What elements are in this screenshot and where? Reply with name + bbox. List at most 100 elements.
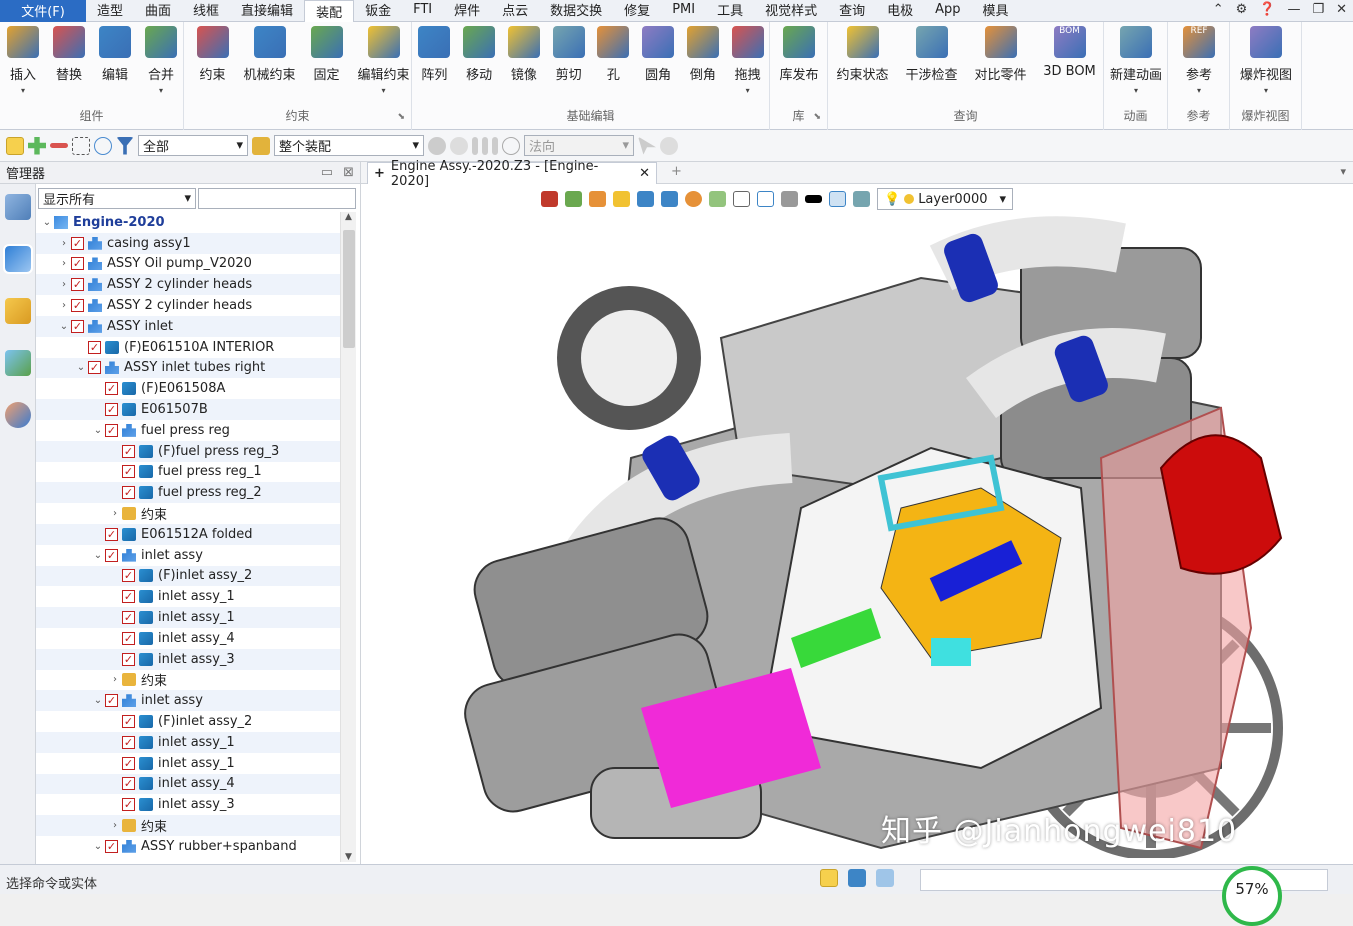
- visibility-checkbox[interactable]: ✓: [71, 319, 84, 333]
- menu-tab-2[interactable]: 线框: [182, 0, 230, 21]
- settings-icon[interactable]: ⚙: [1236, 2, 1248, 17]
- direction-combo[interactable]: 法向 ▾: [524, 135, 634, 156]
- menu-tab-17[interactable]: 模具: [972, 0, 1020, 21]
- visibility-checkbox[interactable]: ✓: [122, 631, 135, 645]
- fit-icon[interactable]: [733, 191, 750, 207]
- orient-icon[interactable]: [565, 191, 582, 207]
- visibility-checkbox[interactable]: ✓: [71, 278, 84, 292]
- group-launcher-icon[interactable]: ⬊: [397, 112, 405, 122]
- visibility-checkbox[interactable]: ✓: [88, 361, 101, 375]
- section-icon[interactable]: [757, 191, 774, 207]
- menu-tab-13[interactable]: 视觉样式: [754, 0, 828, 21]
- gear-disabled-icon[interactable]: [450, 136, 468, 155]
- tree-assembly-node[interactable]: ⌄ ✓ ASSY inlet: [36, 315, 340, 337]
- tree-assembly-node[interactable]: › ✓ ASSY 2 cylinder heads: [36, 295, 340, 316]
- layer-icon[interactable]: [853, 191, 870, 207]
- ribbon-button-1-2[interactable]: 固定: [299, 26, 355, 83]
- history-tree-icon[interactable]: [4, 194, 31, 220]
- exit-icon[interactable]: [541, 191, 558, 207]
- add-icon[interactable]: [28, 136, 46, 155]
- ribbon-button-3-0[interactable]: 库发布: [771, 26, 827, 83]
- polygon-select-icon[interactable]: [94, 136, 112, 155]
- tree-part-node[interactable]: ✓ (F)E061510A INTERIOR: [36, 337, 340, 358]
- monitor-icon[interactable]: [848, 869, 866, 887]
- assembly-tree-icon[interactable]: [2, 244, 33, 274]
- visibility-checkbox[interactable]: ✓: [71, 299, 84, 313]
- expand-toggle-icon[interactable]: ⌄: [40, 217, 54, 228]
- tree-assembly-node[interactable]: › ✓ ASSY Oil pump_V2020: [36, 254, 340, 275]
- visibility-checkbox[interactable]: ✓: [122, 444, 135, 458]
- remove-icon[interactable]: [50, 143, 68, 148]
- menu-tab-12[interactable]: 工具: [706, 0, 754, 21]
- panel-icon[interactable]: [876, 869, 894, 887]
- tree-part-node[interactable]: ✓ inlet assy_3: [36, 648, 340, 670]
- tree-assembly-node[interactable]: › ✓ ASSY 2 cylinder heads: [36, 274, 340, 296]
- visibility-checkbox[interactable]: ✓: [122, 465, 135, 479]
- shaded-icon[interactable]: [613, 191, 630, 207]
- view-cube-icon[interactable]: [637, 191, 654, 207]
- tree-part-node[interactable]: ✓ inlet assy_1: [36, 586, 340, 607]
- ribbon-button-1-3[interactable]: 编辑约束 ▾: [356, 26, 412, 95]
- visibility-checkbox[interactable]: ✓: [71, 257, 84, 271]
- menu-tab-8[interactable]: 点云: [491, 0, 539, 21]
- layout-icon[interactable]: [820, 869, 838, 887]
- direction-icon[interactable]: [502, 136, 520, 155]
- tree-part-node[interactable]: ✓ inlet assy_4: [36, 628, 340, 649]
- file-menu-button[interactable]: 文件(F): [0, 0, 86, 22]
- ribbon-button-4-3[interactable]: BOM 3D BOM: [1042, 26, 1098, 79]
- restore-icon[interactable]: ❐: [1312, 2, 1324, 17]
- menu-tab-1[interactable]: 曲面: [134, 0, 182, 21]
- expand-toggle-icon[interactable]: ⌄: [91, 550, 105, 561]
- part-view-icon[interactable]: [4, 298, 31, 324]
- snap-icon[interactable]: [492, 136, 498, 155]
- tree-search-input[interactable]: [198, 188, 356, 209]
- visibility-checkbox[interactable]: ✓: [71, 236, 84, 250]
- black-bg-icon[interactable]: [805, 195, 822, 203]
- tree-part-node[interactable]: ✓ inlet assy_1: [36, 607, 340, 628]
- tree-filter-combo[interactable]: 显示所有 ▾: [38, 188, 196, 209]
- visibility-checkbox[interactable]: ✓: [88, 340, 101, 354]
- visibility-checkbox[interactable]: ✓: [122, 486, 135, 500]
- tree-assembly-node[interactable]: ⌄ ✓ ASSY rubber+spanband: [36, 836, 340, 857]
- expand-toggle-icon[interactable]: ⌄: [91, 695, 105, 706]
- ribbon-button-4-1[interactable]: 干涉检查: [904, 26, 960, 83]
- expand-toggle-icon[interactable]: ›: [108, 674, 122, 685]
- group-launcher-icon[interactable]: ⬊: [813, 112, 821, 122]
- tree-part-node[interactable]: ✓ (F)fuel press reg_3: [36, 440, 340, 462]
- tree-part-node[interactable]: ✓ fuel press reg_2: [36, 482, 340, 504]
- menu-tab-16[interactable]: App: [924, 0, 971, 21]
- tree-folder-node[interactable]: › 约束: [36, 503, 340, 524]
- visibility-checkbox[interactable]: ✓: [105, 403, 118, 417]
- pencil-icon[interactable]: [589, 191, 606, 207]
- tree-assembly-node[interactable]: ⌄ ✓ fuel press reg: [36, 420, 340, 441]
- render-mode-icon[interactable]: [661, 191, 678, 207]
- filter-combo[interactable]: 全部 ▾: [138, 135, 248, 156]
- tree-assembly-node[interactable]: ⌄ ✓ inlet assy: [36, 690, 340, 712]
- dropdown-arrow-icon[interactable]: ▾: [0, 86, 51, 95]
- new-tab-icon[interactable]: +: [671, 164, 682, 179]
- document-tab[interactable]: + Engine Assy.-2020.Z3 - [Engine-2020] ✕: [367, 159, 657, 189]
- dropdown-arrow-icon[interactable]: ▾: [1108, 86, 1164, 95]
- visibility-checkbox[interactable]: ✓: [105, 423, 118, 437]
- close-icon[interactable]: ✕: [1336, 2, 1347, 17]
- tree-part-node[interactable]: ✓ E061512A folded: [36, 523, 340, 545]
- tree-part-node[interactable]: ✓ fuel press reg_1: [36, 462, 340, 483]
- visibility-checkbox[interactable]: ✓: [105, 382, 118, 396]
- menu-tab-7[interactable]: 焊件: [443, 0, 491, 21]
- tree-part-node[interactable]: ✓ inlet assy_4: [36, 773, 340, 795]
- tree-scrollbar[interactable]: ▲ ▼: [340, 212, 356, 862]
- record-icon[interactable]: [428, 136, 446, 155]
- menu-tab-3[interactable]: 直接编辑: [230, 0, 304, 21]
- visibility-checkbox[interactable]: ✓: [122, 735, 135, 749]
- white-bg-icon[interactable]: [829, 191, 846, 207]
- pick-filter-icon[interactable]: [6, 136, 24, 155]
- visibility-checkbox[interactable]: ✓: [122, 756, 135, 770]
- tree-part-node[interactable]: ✓ inlet assy_3: [36, 794, 340, 815]
- expand-toggle-icon[interactable]: ›: [108, 820, 122, 831]
- tree-part-node[interactable]: ✓ (F)inlet assy_2: [36, 711, 340, 732]
- ribbon-button-5-0[interactable]: 新建动画 ▾: [1108, 26, 1164, 95]
- pin-icon[interactable]: ▭: [321, 165, 333, 180]
- visibility-checkbox[interactable]: ✓: [122, 590, 135, 604]
- menu-tab-9[interactable]: 数据交换: [539, 0, 613, 21]
- graphics-viewport[interactable]: + Engine Assy.-2020.Z3 - [Engine-2020] ✕…: [360, 159, 1353, 864]
